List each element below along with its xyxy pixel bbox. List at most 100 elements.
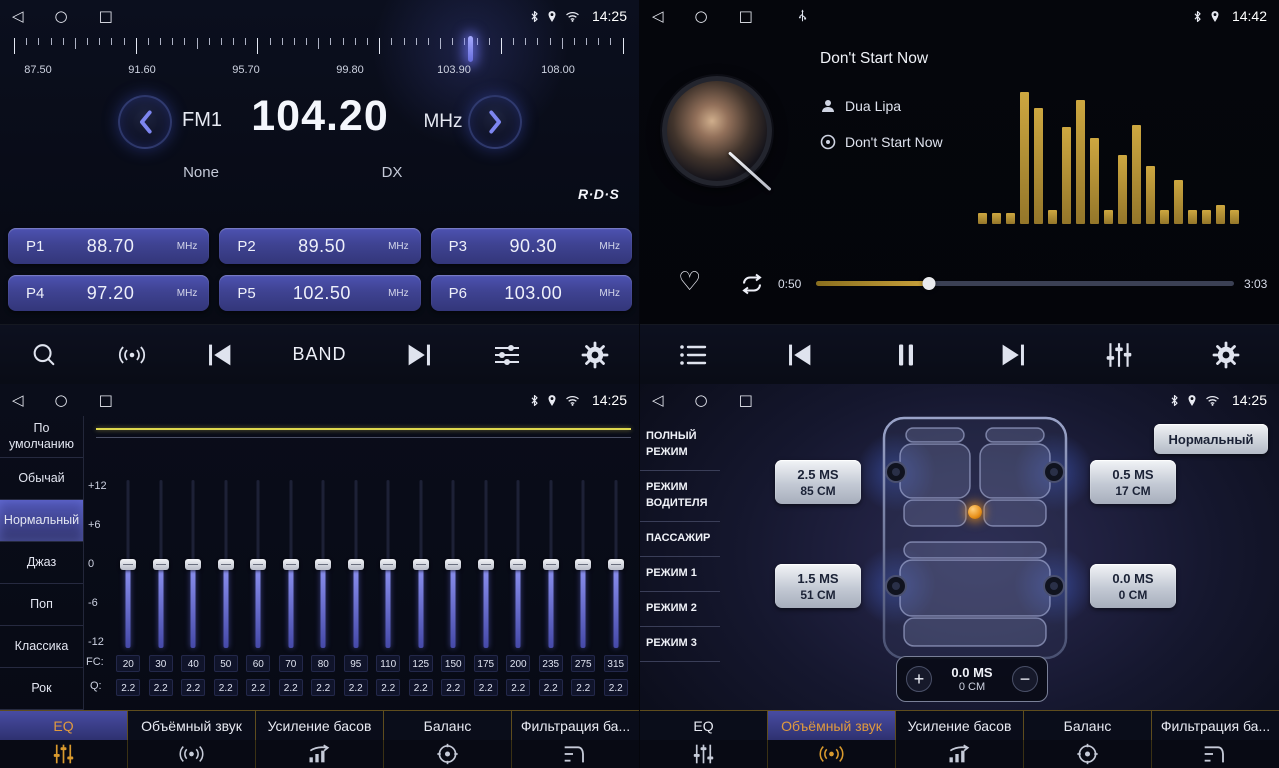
bass-boost-icon[interactable] bbox=[896, 740, 1024, 768]
filter-icon[interactable] bbox=[1152, 740, 1279, 768]
slider-handle[interactable] bbox=[510, 559, 526, 570]
tab-filter[interactable]: Фильтрация ба... bbox=[512, 711, 639, 740]
slider-handle[interactable] bbox=[543, 559, 559, 570]
mode-item[interactable]: ПОЛНЫЙ РЕЖИМ bbox=[640, 420, 720, 471]
slider-handle[interactable] bbox=[348, 559, 364, 570]
filter-icon[interactable] bbox=[512, 740, 639, 768]
eq-band-slider[interactable] bbox=[119, 480, 137, 648]
settings-button[interactable] bbox=[1211, 341, 1241, 369]
eq-band-slider[interactable] bbox=[314, 480, 332, 648]
tab-balance[interactable]: Баланс bbox=[1024, 711, 1152, 740]
listening-position-dot[interactable] bbox=[968, 505, 982, 519]
decrease-delay-button[interactable]: − bbox=[1012, 666, 1038, 692]
eq-preset-item[interactable]: Классика bbox=[0, 626, 83, 668]
tab-eq[interactable]: EQ bbox=[640, 711, 768, 740]
nav-recents-icon[interactable]: □ bbox=[739, 393, 753, 408]
surround-sound-icon[interactable] bbox=[128, 740, 256, 768]
nav-back-icon[interactable]: ◁ bbox=[12, 9, 24, 24]
nav-recents-icon[interactable]: □ bbox=[99, 393, 113, 408]
mode-item[interactable]: РЕЖИМ ВОДИТЕЛЯ bbox=[640, 471, 720, 522]
balance-icon[interactable] bbox=[1024, 740, 1152, 768]
eq-sliders-icon[interactable] bbox=[0, 740, 128, 768]
slider-handle[interactable] bbox=[445, 559, 461, 570]
eq-band-slider[interactable] bbox=[444, 480, 462, 648]
nav-home-icon[interactable]: ○ bbox=[695, 393, 708, 408]
nav-back-icon[interactable]: ◁ bbox=[12, 393, 24, 408]
nav-back-icon[interactable]: ◁ bbox=[652, 9, 664, 24]
increase-delay-button[interactable]: + bbox=[906, 666, 932, 692]
eq-band-slider[interactable] bbox=[249, 480, 267, 648]
eq-band-slider[interactable] bbox=[607, 480, 625, 648]
eq-band-slider[interactable] bbox=[217, 480, 235, 648]
next-station-button[interactable] bbox=[404, 341, 434, 369]
slider-handle[interactable] bbox=[218, 559, 234, 570]
eq-preset-item[interactable]: По умолчанию bbox=[0, 416, 83, 458]
eq-preset-item[interactable]: Джаз bbox=[0, 542, 83, 584]
delay-rear-right-button[interactable]: 0.0 MS 0 CM bbox=[1090, 564, 1176, 608]
nav-recents-icon[interactable]: □ bbox=[739, 9, 753, 24]
broadcast-button[interactable] bbox=[117, 341, 147, 369]
mode-item[interactable]: РЕЖИМ 2 bbox=[640, 592, 720, 627]
slider-handle[interactable] bbox=[315, 559, 331, 570]
progress-handle[interactable] bbox=[922, 277, 935, 290]
nav-recents-icon[interactable]: □ bbox=[99, 9, 113, 24]
eq-preset-item[interactable]: Рок bbox=[0, 668, 83, 710]
nav-back-icon[interactable]: ◁ bbox=[652, 393, 664, 408]
delay-front-right-button[interactable]: 0.5 MS 17 CM bbox=[1090, 460, 1176, 504]
delay-front-left-button[interactable]: 2.5 MS 85 CM bbox=[775, 460, 861, 504]
nav-home-icon[interactable]: ○ bbox=[695, 9, 708, 24]
slider-handle[interactable] bbox=[478, 559, 494, 570]
tune-up-button[interactable] bbox=[468, 95, 522, 149]
pause-button[interactable] bbox=[891, 341, 921, 369]
band-button[interactable]: BAND bbox=[292, 344, 346, 365]
previous-track-button[interactable] bbox=[785, 341, 815, 369]
previous-station-button[interactable] bbox=[205, 341, 235, 369]
next-track-button[interactable] bbox=[998, 341, 1028, 369]
search-button[interactable] bbox=[29, 341, 59, 369]
bass-boost-icon[interactable] bbox=[256, 740, 384, 768]
eq-sliders-icon[interactable] bbox=[640, 740, 768, 768]
audio-adjust-button[interactable] bbox=[492, 341, 522, 369]
surround-preset-button[interactable]: Нормальный bbox=[1154, 424, 1268, 454]
mode-item[interactable]: РЕЖИМ 3 bbox=[640, 627, 720, 662]
tune-down-button[interactable] bbox=[118, 95, 172, 149]
preset-button-p1[interactable]: P188.70MHz bbox=[8, 228, 209, 264]
slider-handle[interactable] bbox=[380, 559, 396, 570]
slider-handle[interactable] bbox=[120, 559, 136, 570]
eq-band-slider[interactable] bbox=[542, 480, 560, 648]
mode-item[interactable]: РЕЖИМ 1 bbox=[640, 557, 720, 592]
favorite-button[interactable]: ♡ bbox=[678, 268, 701, 297]
preset-button-p2[interactable]: P289.50MHz bbox=[219, 228, 420, 264]
slider-handle[interactable] bbox=[575, 559, 591, 570]
eq-band-slider[interactable] bbox=[574, 480, 592, 648]
eq-band-slider[interactable] bbox=[282, 480, 300, 648]
eq-preset-item[interactable]: Обычай bbox=[0, 458, 83, 500]
tab-surround[interactable]: Объёмный звук bbox=[768, 711, 896, 740]
tab-filter[interactable]: Фильтрация ба... bbox=[1152, 711, 1279, 740]
equalizer-button[interactable] bbox=[1104, 341, 1134, 369]
slider-handle[interactable] bbox=[283, 559, 299, 570]
nav-home-icon[interactable]: ○ bbox=[55, 9, 68, 24]
eq-band-slider[interactable] bbox=[152, 480, 170, 648]
eq-band-slider[interactable] bbox=[379, 480, 397, 648]
eq-band-slider[interactable] bbox=[347, 480, 365, 648]
progress-bar[interactable] bbox=[816, 281, 1234, 286]
eq-preset-item[interactable]: Поп bbox=[0, 584, 83, 626]
slider-handle[interactable] bbox=[250, 559, 266, 570]
slider-handle[interactable] bbox=[153, 559, 169, 570]
preset-button-p3[interactable]: P390.30MHz bbox=[431, 228, 632, 264]
repeat-button[interactable] bbox=[738, 273, 766, 295]
eq-band-slider[interactable] bbox=[509, 480, 527, 648]
tab-bass-boost[interactable]: Усиление басов bbox=[256, 711, 384, 740]
slider-handle[interactable] bbox=[413, 559, 429, 570]
eq-preset-item[interactable]: Нормальный bbox=[0, 500, 83, 542]
balance-icon[interactable] bbox=[384, 740, 512, 768]
tab-bass-boost[interactable]: Усиление басов bbox=[896, 711, 1024, 740]
surround-sound-icon[interactable] bbox=[768, 740, 896, 768]
nav-home-icon[interactable]: ○ bbox=[55, 393, 68, 408]
eq-band-slider[interactable] bbox=[477, 480, 495, 648]
delay-rear-left-button[interactable]: 1.5 MS 51 CM bbox=[775, 564, 861, 608]
preset-button-p6[interactable]: P6103.00MHz bbox=[431, 275, 632, 311]
playlist-button[interactable] bbox=[678, 341, 708, 369]
mode-item[interactable]: ПАССАЖИР bbox=[640, 522, 720, 557]
